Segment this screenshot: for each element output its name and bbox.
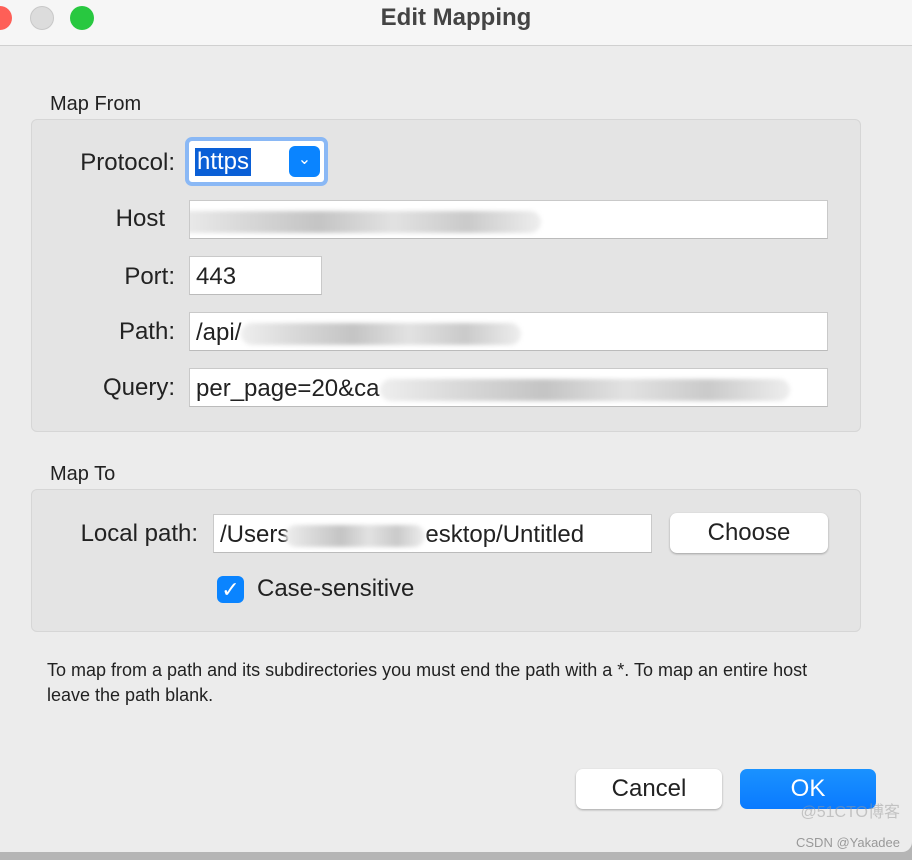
protocol-label: Protocol: [80,149,175,176]
case-sensitive-label: Case-sensitive [257,575,415,602]
host-input[interactable] [189,200,828,239]
watermark-csdn: CSDN @Yakadee [796,835,900,850]
host-label: Host [115,205,165,232]
map-to-group [31,489,861,632]
title-bar: Edit Mapping [0,0,912,46]
chevron-down-icon: ⌄ [289,146,320,177]
redacted-blur [190,210,541,233]
help-note: To map from a path and its subdirectorie… [47,660,808,705]
query-label: Query: [102,374,175,401]
redacted-blur [241,322,522,345]
map-from-heading: Map From [50,93,142,115]
checkmark-icon: ✓ [221,577,240,602]
local-path-suffix: esktop/Untitled [425,521,585,548]
port-input[interactable]: 443 [189,256,322,295]
local-path-input[interactable]: /Users esktop/Untitled [213,514,652,553]
redacted-blur [285,524,426,547]
watermark-51cto: @51CTO博客 [800,804,900,821]
edit-mapping-dialog: Edit Mapping Map From Protocol: https ⌄ … [0,0,912,852]
local-path-label: Local path: [80,520,198,547]
port-value: 443 [196,263,237,290]
local-path-prefix: /Users [220,521,290,548]
choose-button[interactable]: Choose [670,513,828,553]
path-input[interactable]: /api/ [189,312,828,351]
query-input[interactable]: per_page=20&ca [189,368,828,407]
path-value: /api/ [196,319,242,346]
case-sensitive-checkbox[interactable]: ✓ [217,576,244,603]
window-title: Edit Mapping [380,4,532,31]
redacted-blur [379,378,790,401]
ok-button[interactable]: OK [740,769,876,809]
cancel-button[interactable]: Cancel [576,769,722,809]
path-label: Path: [118,318,175,345]
protocol-select[interactable]: https ⌄ [185,137,328,186]
protocol-value: https [195,148,252,176]
port-label: Port: [124,263,175,290]
query-value: per_page=20&ca [196,375,380,402]
map-to-heading: Map To [50,463,116,485]
